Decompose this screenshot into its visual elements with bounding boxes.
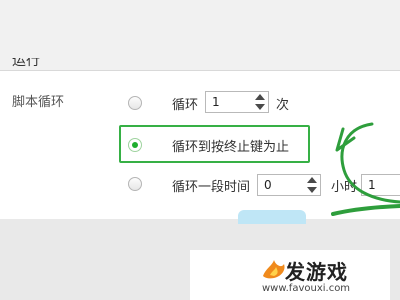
loop-count-unit: 次 — [276, 98, 290, 113]
loop-count-radio[interactable] — [128, 96, 142, 110]
spin-down-icon[interactable] — [307, 187, 317, 193]
watermark-url: www.favouxi.com — [262, 283, 351, 294]
loop-minutes-value: 1 — [368, 178, 376, 192]
spin-up-icon[interactable] — [255, 94, 265, 100]
loop-until-stop-label: 循环到按终止键为止 — [172, 140, 290, 155]
loop-hours-unit: 小时 — [331, 180, 358, 195]
section-title: 运行 — [12, 53, 40, 69]
top-strip: 运行 — [0, 0, 400, 71]
loop-count-label: 循环 — [172, 98, 199, 113]
loop-duration-label: 循环一段时间 — [172, 180, 251, 195]
loop-count-value: 1 — [212, 95, 220, 109]
loop-minutes-spinner[interactable]: 1 — [361, 174, 400, 196]
watermark-brand: 发游戏 — [285, 260, 348, 284]
loop-hours-value: 0 — [264, 178, 272, 192]
watermark: 发游戏 www.favouxi.com — [190, 250, 390, 300]
loop-hours-spinner[interactable]: 0 — [257, 174, 321, 196]
loop-count-spinner[interactable]: 1 — [205, 91, 269, 113]
spin-up-icon[interactable] — [307, 177, 317, 183]
loop-label: 脚本循环 — [12, 95, 65, 110]
loop-duration-radio[interactable] — [128, 177, 142, 191]
loop-until-stop-radio[interactable] — [128, 138, 142, 152]
spin-down-icon[interactable] — [255, 104, 265, 110]
confirm-button[interactable] — [238, 210, 306, 224]
